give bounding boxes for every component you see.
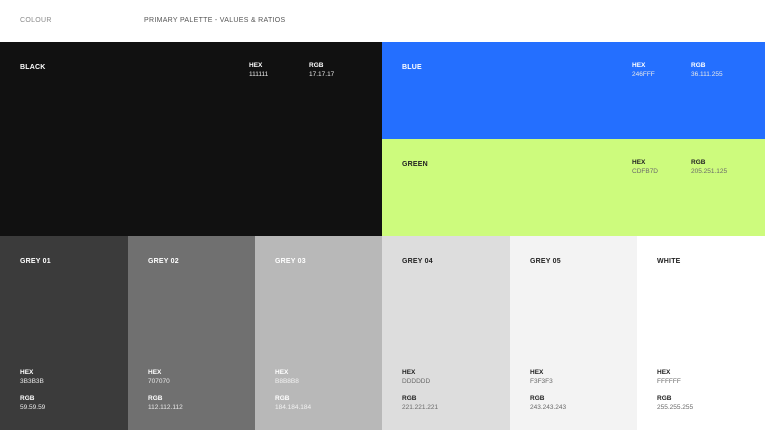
hex-block: HEX 246FFF <box>632 61 655 79</box>
swatch-blue: BLUE HEX 246FFF RGB 36.111.255 <box>382 42 765 139</box>
hex-block: HEX 111111 <box>249 61 268 79</box>
swatch-grey-05: GREY 05 HEX F3F3F3 RGB 243.243.243 <box>510 236 637 430</box>
rgb-label: RGB <box>530 395 545 402</box>
rgb-value: 205.251.125 <box>691 168 728 175</box>
swatch-name: GREEN <box>402 161 428 168</box>
swatch-black: BLACK HEX 111111 RGB 17.17.17 <box>0 42 382 236</box>
hex-label: HEX <box>20 369 34 376</box>
hex-label: HEX <box>275 369 289 376</box>
rgb-value: 59.59.59 <box>20 404 46 411</box>
hex-value: 707070 <box>148 378 170 385</box>
hex-label: HEX <box>632 62 646 69</box>
swatch-name: GREY 01 <box>20 258 51 265</box>
hex-label: HEX <box>402 369 416 376</box>
rgb-value: 36.111.255 <box>691 71 723 78</box>
rgb-label: RGB <box>148 395 163 402</box>
rgb-value: 112.112.112 <box>148 404 183 411</box>
rgb-value: 243.243.243 <box>530 404 567 411</box>
swatch-name: BLACK <box>20 64 46 71</box>
swatch-grey-03: GREY 03 HEX B8B8B8 RGB 184.184.184 <box>255 236 382 430</box>
swatch-name: BLUE <box>402 64 422 71</box>
rgb-block: RGB 112.112.112 <box>148 394 183 412</box>
hex-value: B8B8B8 <box>275 378 299 385</box>
hex-block: HEX B8B8B8 <box>275 368 299 386</box>
swatch-name: GREY 02 <box>148 258 179 265</box>
rgb-block: RGB 36.111.255 <box>691 61 723 79</box>
swatch-white: WHITE HEX FFFFFF RGB 255.255.255 <box>637 236 765 430</box>
rgb-value: 221.221.221 <box>402 404 439 411</box>
hex-block: HEX F3F3F3 <box>530 368 553 386</box>
page-header: COLOUR PRIMARY PALETTE - VALUES & RATIOS <box>0 0 765 42</box>
rgb-block: RGB 221.221.221 <box>402 394 438 412</box>
hex-label: HEX <box>632 159 646 166</box>
hex-block: HEX CDFB7D <box>632 158 658 176</box>
swatch-grey-04: GREY 04 HEX DDDDDD RGB 221.221.221 <box>382 236 510 430</box>
rgb-block: RGB 243.243.243 <box>530 394 566 412</box>
hex-value: 111111 <box>249 71 269 78</box>
swatch-name: GREY 05 <box>530 258 561 265</box>
rgb-block: RGB 205.251.125 <box>691 158 727 176</box>
swatch-grey-01: GREY 01 HEX 3B3B3B RGB 59.59.59 <box>0 236 128 430</box>
hex-label: HEX <box>657 369 671 376</box>
hex-label: HEX <box>148 369 162 376</box>
section-label: COLOUR <box>20 17 52 24</box>
hex-block: HEX 707070 <box>148 368 170 386</box>
rgb-block: RGB 17.17.17 <box>309 61 334 79</box>
hex-label: HEX <box>249 62 263 69</box>
rgb-label: RGB <box>20 395 35 402</box>
swatch-name: WHITE <box>657 258 681 265</box>
hex-block: HEX FFFFFF <box>657 368 681 386</box>
swatch-name: GREY 03 <box>275 258 306 265</box>
page-title: PRIMARY PALETTE - VALUES & RATIOS <box>144 17 286 24</box>
rgb-label: RGB <box>691 62 706 69</box>
hex-value: FFFFFF <box>657 378 681 385</box>
hex-value: 246FFF <box>632 71 655 78</box>
rgb-label: RGB <box>402 395 417 402</box>
rgb-value: 255.255.255 <box>657 404 694 411</box>
hex-value: F3F3F3 <box>530 378 553 385</box>
swatch-name: GREY 04 <box>402 258 433 265</box>
hex-label: HEX <box>530 369 544 376</box>
rgb-block: RGB 255.255.255 <box>657 394 693 412</box>
swatch-green: GREEN HEX CDFB7D RGB 205.251.125 <box>382 139 765 236</box>
hex-value: CDFB7D <box>632 168 659 175</box>
rgb-value: 184.184.184 <box>275 404 312 411</box>
hex-block: HEX DDDDDD <box>402 368 430 386</box>
rgb-label: RGB <box>309 62 324 69</box>
rgb-label: RGB <box>275 395 290 402</box>
hex-value: DDDDDD <box>402 378 431 385</box>
rgb-block: RGB 184.184.184 <box>275 394 311 412</box>
rgb-label: RGB <box>691 159 706 166</box>
rgb-value: 17.17.17 <box>309 71 335 78</box>
hex-value: 3B3B3B <box>20 378 44 385</box>
rgb-block: RGB 59.59.59 <box>20 394 45 412</box>
swatch-grey-02: GREY 02 HEX 707070 RGB 112.112.112 <box>128 236 255 430</box>
hex-block: HEX 3B3B3B <box>20 368 44 386</box>
rgb-label: RGB <box>657 395 672 402</box>
